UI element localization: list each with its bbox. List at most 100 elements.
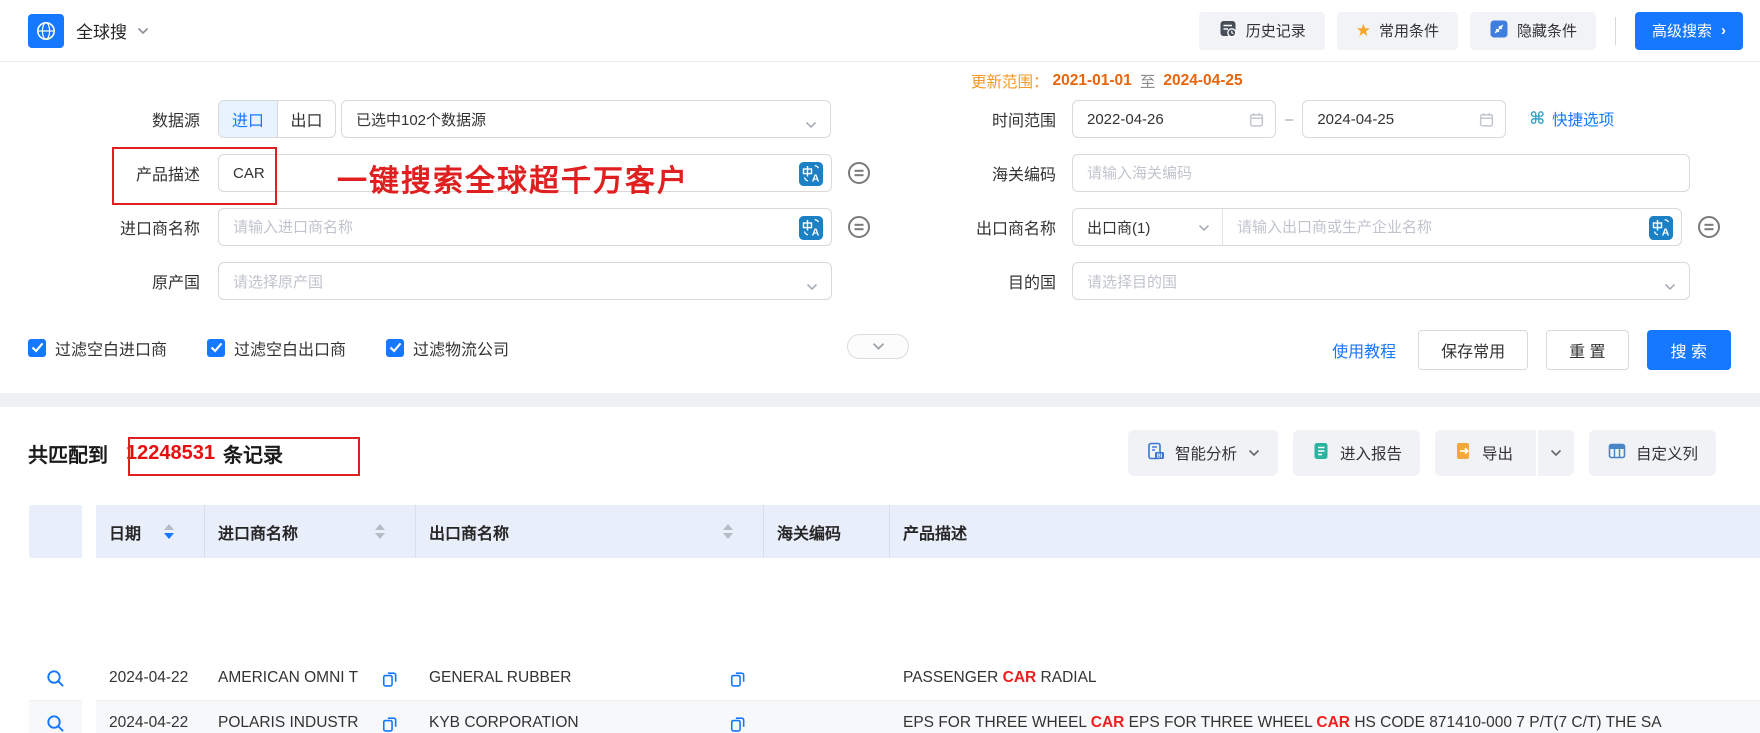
filter-checkbox-3[interactable]: 过滤物流公司 [386, 336, 509, 360]
app-logo-icon [28, 13, 64, 48]
copy-icon[interactable] [381, 715, 398, 732]
cell-date: 2024-04-22 [109, 714, 189, 731]
magnifier-icon[interactable] [46, 714, 65, 733]
app-title: 全球搜 [76, 23, 127, 42]
section-divider [0, 393, 1760, 407]
enter-report-button[interactable]: 进入报告 [1292, 430, 1420, 476]
advanced-search-button[interactable]: 高级搜索 › [1634, 11, 1743, 50]
update-range-end: 2024-04-25 [1163, 72, 1243, 89]
hide-conditions-button[interactable]: 隐藏条件 [1469, 11, 1596, 50]
column-header-date[interactable]: 日期 [96, 505, 205, 558]
column-label: 海关编码 [777, 525, 842, 543]
chevron-down-icon [806, 278, 818, 295]
collapse-panel-button[interactable] [847, 334, 909, 359]
match-suffix: 条记录 [222, 444, 283, 467]
date-end-input[interactable] [1303, 101, 1506, 137]
exporter-name: GENERAL RUBBER [429, 669, 572, 686]
product-desc-field: A [218, 154, 832, 192]
exporter-field: 出口商(1) A [1072, 208, 1682, 246]
svg-text:A: A [1662, 227, 1670, 239]
results-section: 共匹配到 12248531 条记录 BI 智能分析 进入报告 导出 自定义列 日… [0, 407, 1760, 733]
exporter-input[interactable] [1223, 209, 1681, 245]
exporter-label: 出口商名称 [975, 221, 1056, 238]
checkbox-checked-icon[interactable] [28, 338, 46, 357]
copy-icon[interactable] [729, 715, 746, 732]
cell-product-desc: EPS FOR THREE WHEEL CAR EPS FOR THREE WH… [903, 714, 1662, 731]
product-desc-input[interactable] [219, 155, 831, 191]
time-range-label: 时间范围 [991, 113, 1056, 130]
update-range-label: 更新范围： [971, 74, 1049, 91]
hs-code-field [1072, 154, 1690, 192]
cell-exporter: KYB CORPORATION [416, 714, 764, 732]
date-end-field [1302, 100, 1507, 138]
filter-label: 过滤物流公司 [413, 341, 510, 359]
save-favorite-button[interactable]: 保存常用 [1418, 330, 1529, 370]
date-start-field [1072, 100, 1276, 138]
date-start-input[interactable] [1073, 101, 1275, 137]
search-panel: 更新范围： 2021-01-01 至 2024-04-25 数据源 进口 出口 … [0, 62, 1760, 393]
column-header-hs_code: 海关编码 [764, 505, 890, 558]
app-switcher-chevron-icon[interactable] [137, 22, 149, 40]
report-notebook-icon [1311, 441, 1331, 466]
match-mode-icon[interactable] [1696, 214, 1722, 240]
sort-carets-icon[interactable] [164, 524, 174, 539]
column-label: 日期 [109, 525, 142, 543]
table-columns-icon [1607, 441, 1627, 466]
cell-importer: POLARIS INDUSTR [205, 714, 416, 732]
sort-carets-icon[interactable] [375, 524, 385, 539]
tutorial-link[interactable]: 使用教程 [1332, 338, 1396, 362]
table-row: 2024-04-22 POLARIS INDUSTR KYB CORPORATION… [0, 701, 1760, 733]
custom-columns-button[interactable]: 自定义列 [1588, 430, 1716, 476]
tab-export[interactable]: 出口 [277, 101, 335, 137]
copy-icon[interactable] [381, 670, 398, 687]
cell-product-desc: PASSENGER CAR RADIAL [903, 669, 1097, 686]
column-header-exporter[interactable]: 出口商名称 [416, 505, 764, 558]
dest-country-label: 目的国 [1007, 275, 1056, 292]
calendar-icon[interactable] [1478, 111, 1495, 133]
svg-text:A: A [812, 173, 820, 185]
hs-code-input[interactable] [1073, 155, 1689, 191]
update-range: 更新范围： 2021-01-01 至 2024-04-25 [971, 70, 1247, 92]
checkbox-checked-icon[interactable] [386, 338, 405, 357]
origin-country-label: 原产国 [151, 275, 200, 292]
search-button[interactable]: 搜 索 [1646, 330, 1731, 370]
filter-checkbox-1[interactable]: 过滤空白进口商 [28, 336, 167, 360]
row-main: 2024-04-22 POLARIS INDUSTR KYB CORPORATION… [96, 701, 1760, 733]
topbar: 全球搜 历史记录 ★ 常用条件 隐藏条件 高级搜索 › [0, 0, 1760, 62]
filter-checkbox-row: 过滤空白进口商 过滤空白出口商 过滤物流公司 [28, 335, 509, 360]
column-header-importer[interactable]: 进口商名称 [205, 505, 416, 558]
translate-icon[interactable]: A [799, 216, 823, 240]
checkbox-checked-icon[interactable] [207, 338, 226, 357]
match-count: 12248531 [126, 441, 215, 464]
importer-input[interactable] [219, 209, 831, 245]
column-label: 出口商名称 [429, 525, 510, 543]
copy-icon[interactable] [729, 670, 746, 687]
filter-checkbox-2[interactable]: 过滤空白出口商 [207, 336, 346, 360]
history-icon [1218, 19, 1238, 43]
export-icon [1453, 441, 1473, 466]
data-source-selected: 已选中102个数据源 [356, 111, 487, 129]
data-source-select[interactable]: 已选中102个数据源 [341, 100, 831, 138]
magnifier-icon[interactable] [46, 669, 65, 688]
dest-country-placeholder: 请选择目的国 [1087, 273, 1178, 291]
export-button[interactable]: 导出 [1435, 430, 1527, 476]
exporter-type-select[interactable]: 出口商(1) [1073, 209, 1223, 245]
dest-country-select[interactable]: 请选择目的国 [1072, 262, 1690, 300]
tab-import[interactable]: 进口 [219, 101, 277, 137]
translate-icon[interactable]: A [1649, 216, 1673, 240]
reset-button[interactable]: 重 置 [1546, 330, 1629, 370]
topbar-actions: 历史记录 ★ 常用条件 隐藏条件 高级搜索 › [1198, 11, 1743, 50]
history-button[interactable]: 历史记录 [1198, 11, 1325, 50]
calendar-icon[interactable] [1248, 111, 1265, 133]
export-dropdown-button[interactable] [1535, 430, 1574, 476]
sort-carets-icon[interactable] [723, 524, 733, 539]
exporter-type-value: 出口商(1) [1087, 219, 1151, 237]
smart-analysis-button[interactable]: BI 智能分析 [1127, 430, 1278, 476]
origin-country-select[interactable]: 请选择原产国 [218, 262, 832, 300]
quick-options-button[interactable]: ⌘ 快捷选项 [1529, 108, 1614, 130]
row-main: 2024-04-22 AMERICAN OMNI T GENERAL RUBBER P… [96, 656, 1760, 701]
translate-icon[interactable]: A [799, 162, 823, 186]
favorites-button[interactable]: ★ 常用条件 [1336, 11, 1458, 50]
product-desc-label: 产品描述 [135, 167, 200, 184]
svg-text:BI: BI [1157, 453, 1163, 459]
